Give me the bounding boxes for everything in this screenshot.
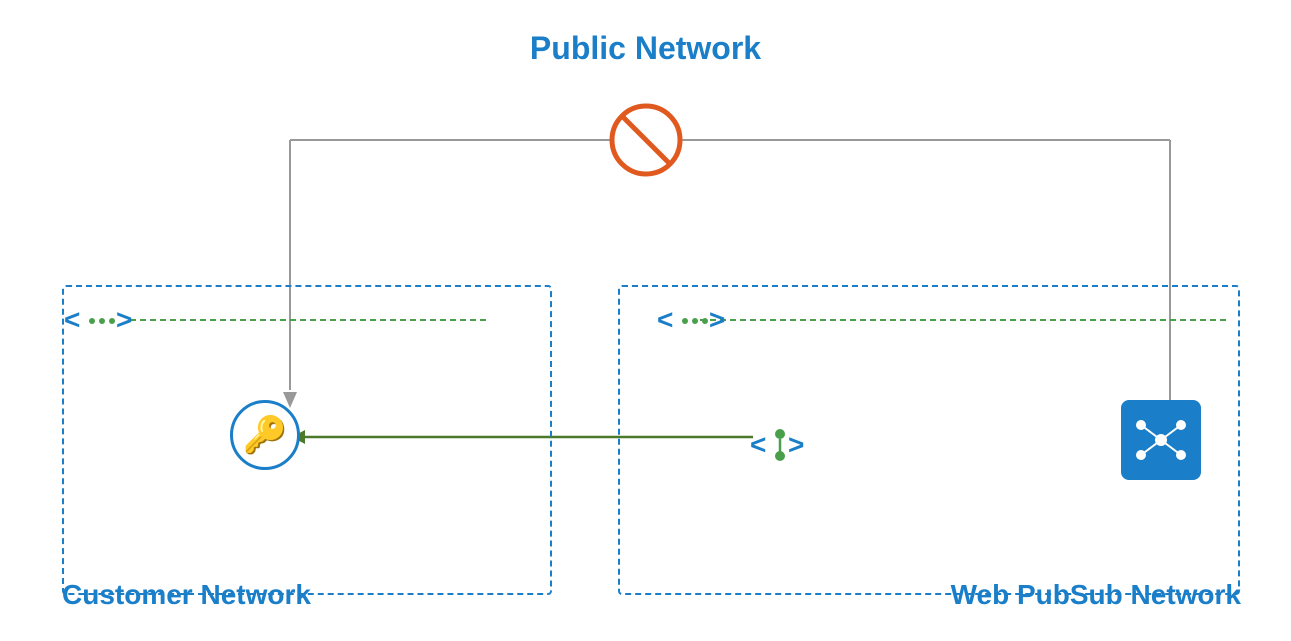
pubsub-network-box — [618, 285, 1240, 595]
diagram-container: Public Network < — [0, 0, 1291, 641]
customer-network-label: Customer Network — [62, 579, 311, 611]
customer-network-box — [62, 285, 552, 595]
no-sign-icon — [608, 102, 684, 178]
pubsub-network-label: Web PubSub Network — [951, 579, 1241, 611]
